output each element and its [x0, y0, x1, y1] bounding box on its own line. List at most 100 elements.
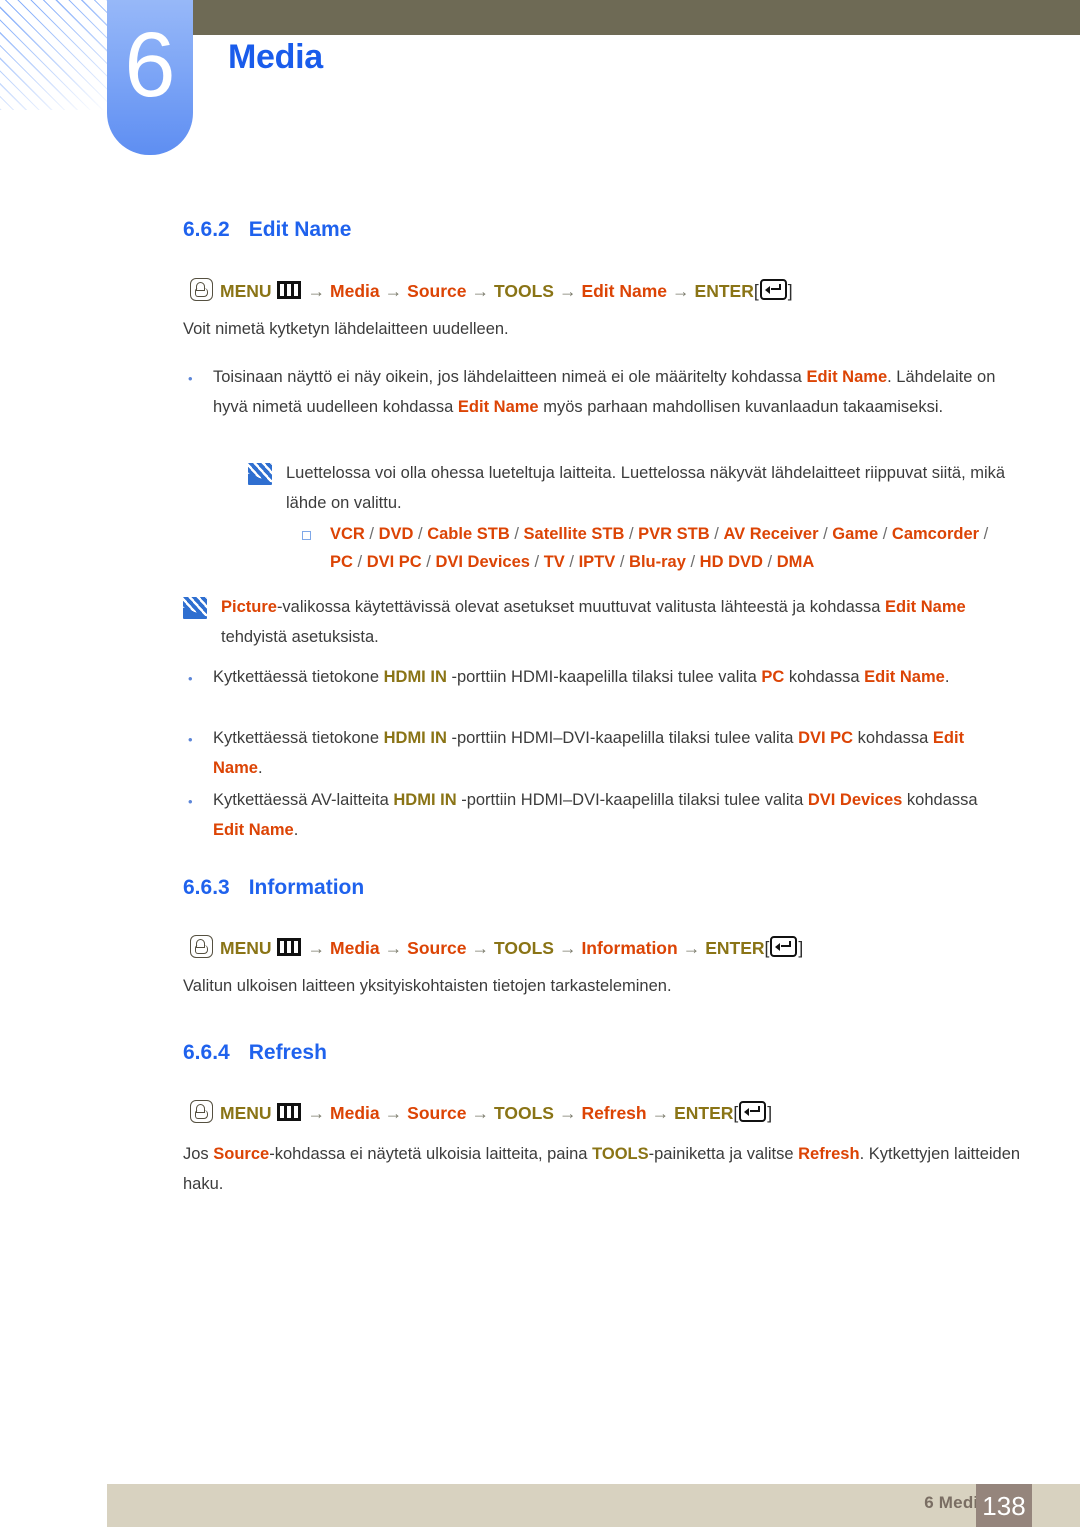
menu-path-tools: TOOLS: [493, 281, 554, 301]
bullet-item: Kytkettäessä tietokone HDMI IN -porttiin…: [183, 662, 1013, 694]
highlight-edit-name: Edit Name: [457, 398, 539, 416]
section-number: 6.6.2: [183, 218, 230, 241]
bullet-text-part: kohdassa: [784, 668, 865, 686]
menu-label: MENU: [220, 938, 272, 958]
note-icon: [248, 463, 272, 485]
section-title: Edit Name: [248, 218, 352, 241]
note-icon: [183, 597, 207, 619]
device-name: Cable STB: [427, 525, 510, 543]
device-name: PC: [330, 553, 353, 571]
menu-path-enter: ENTER: [694, 281, 754, 301]
bullet-text-part: Kytkettäessä tietokone: [213, 668, 384, 686]
section-title: Information: [248, 876, 365, 899]
bullet-text-part: -porttiin HDMI–DVI-kaapelilla tilaksi tu…: [456, 791, 808, 809]
bullet-marker-icon: [183, 723, 213, 783]
arrow-icon: →: [307, 281, 326, 301]
bullet-text-part: Toisinaan näyttö ei näy oikein, jos lähd…: [213, 368, 807, 386]
bullet-item: Toisinaan näyttö ei näy oikein, jos lähd…: [183, 362, 1013, 422]
bullet-text: Toisinaan näyttö ei näy oikein, jos lähd…: [213, 362, 1013, 422]
section-number: 6.6.4: [183, 1041, 230, 1064]
menu-path-tools: TOOLS: [493, 938, 554, 958]
device-name: IPTV: [578, 553, 616, 571]
menu-path-item: Refresh: [581, 1103, 647, 1123]
highlight-edit-name: Edit Name: [213, 821, 294, 839]
note-box-device-list: Luettelossa voi olla ohessa lueteltuja l…: [248, 458, 1018, 518]
bracket-close: ]: [798, 938, 804, 958]
menu-label: MENU: [220, 281, 272, 301]
arrow-icon: →: [384, 281, 403, 301]
section-number: 6.6.3: [183, 876, 230, 899]
menu-path-enter: ENTER: [705, 938, 765, 958]
menu-path-media: Media: [330, 1103, 380, 1123]
section-heading-refresh: 6.6.4 Refresh: [183, 1041, 327, 1065]
bullet-text-part: -porttiin HDMI-kaapelilla tilaksi tulee …: [446, 668, 762, 686]
device-name: HD DVD: [699, 553, 763, 571]
menu-label: MENU: [220, 1103, 272, 1123]
arrow-icon: →: [471, 281, 489, 301]
footer-page-box: 138: [976, 1484, 1032, 1527]
page-number: 138: [982, 1490, 1026, 1521]
section-heading-information: 6.6.3 Information: [183, 876, 364, 900]
chapter-number: 6: [124, 14, 176, 116]
arrow-icon: →: [384, 938, 403, 958]
menu-path-edit-name: MENU → Media → Source → TOOLS → Edit Name → ENTER[…: [190, 278, 793, 302]
bracket-open: [: [753, 281, 759, 301]
highlight-edit-name: Edit Name: [864, 668, 945, 686]
bullet-text-part: .: [293, 821, 299, 839]
arrow-icon: →: [672, 281, 690, 301]
header-olive-bar: [193, 0, 1080, 35]
bullet-text-part: .: [257, 759, 263, 777]
device-separator: /: [529, 553, 544, 571]
hand-pointer-icon: [190, 1100, 213, 1123]
bracket-close: ]: [787, 281, 793, 301]
device-separator: /: [564, 553, 579, 571]
menu-path-item: Edit Name: [581, 281, 668, 301]
bullet-text-part: kohdassa: [853, 729, 933, 747]
arrow-icon: →: [558, 938, 577, 958]
bullet-marker-icon: [183, 662, 213, 694]
sub-bullet-marker-icon: [302, 520, 330, 576]
highlight-picture: Picture: [221, 598, 277, 616]
chapter-title: Media: [228, 38, 323, 76]
arrow-icon: →: [471, 938, 489, 958]
arrow-icon: →: [558, 281, 577, 301]
highlight-hdmi-in: HDMI IN: [383, 668, 447, 686]
bullet-text-part: Kytkettäessä tietokone: [213, 729, 384, 747]
enter-key-icon: [770, 936, 798, 957]
bullet-text: Kytkettäessä tietokone HDMI IN -porttiin…: [213, 662, 949, 694]
bullet-text-part: Kytkettäessä AV-laitteita: [213, 791, 394, 809]
arrow-icon: →: [384, 1103, 403, 1123]
bullet-text-part: -porttiin HDMI–DVI-kaapelilla tilaksi tu…: [446, 729, 799, 747]
refresh-body: Jos Source-kohdassa ei näytetä ulkoisia …: [183, 1139, 1023, 1199]
bullet-text: Kytkettäessä AV-laitteita HDMI IN -portt…: [213, 785, 1013, 845]
highlight-refresh: Refresh: [798, 1145, 860, 1163]
highlight-tools: TOOLS: [592, 1145, 649, 1163]
arrow-icon: →: [307, 1103, 326, 1123]
highlight-dvi-pc: DVI PC: [798, 729, 854, 747]
device-separator: /: [709, 525, 724, 543]
device-list: VCR / DVD / Cable STB / Satellite STB / …: [330, 520, 1002, 576]
note-text: Picture-valikossa käytettävissä olevat a…: [221, 592, 1013, 652]
device-separator: /: [352, 553, 367, 571]
hand-pointer-icon: [190, 935, 213, 958]
note-text: Luettelossa voi olla ohessa lueteltuja l…: [286, 464, 1006, 512]
device-name: Satellite STB: [523, 525, 625, 543]
bullet-marker-icon: [183, 785, 213, 845]
device-separator: /: [509, 525, 524, 543]
menu-path-source: Source: [407, 938, 467, 958]
highlight-hdmi-in: HDMI IN: [383, 729, 447, 747]
menu-path-refresh: MENU → Media → Source → TOOLS → Refresh → ENTER[]: [190, 1100, 772, 1124]
edit-name-intro: Voit nimetä kytketyn lähdelaitteen uudel…: [183, 320, 509, 338]
arrow-icon: →: [307, 938, 326, 958]
note-text-part: tehdyistä asetuksista.: [221, 628, 379, 646]
enter-key-icon: [759, 279, 787, 300]
arrow-icon: →: [471, 1103, 489, 1123]
highlight-dvi-devices: DVI Devices: [807, 791, 903, 809]
body-text-part: -kohdassa ei näytetä ulkoisia laitteita,…: [269, 1145, 593, 1163]
bullet-item: Kytkettäessä AV-laitteita HDMI IN -portt…: [183, 785, 1013, 845]
device-list-row: VCR / DVD / Cable STB / Satellite STB / …: [302, 520, 1002, 576]
bullet-text-part: myös parhaan mahdollisen kuvanlaadun tak…: [538, 398, 944, 416]
menu-bars-icon: [276, 938, 301, 956]
menu-bars-icon: [276, 281, 301, 299]
note-text-part: -valikossa käytettävissä olevat asetukse…: [276, 598, 886, 616]
